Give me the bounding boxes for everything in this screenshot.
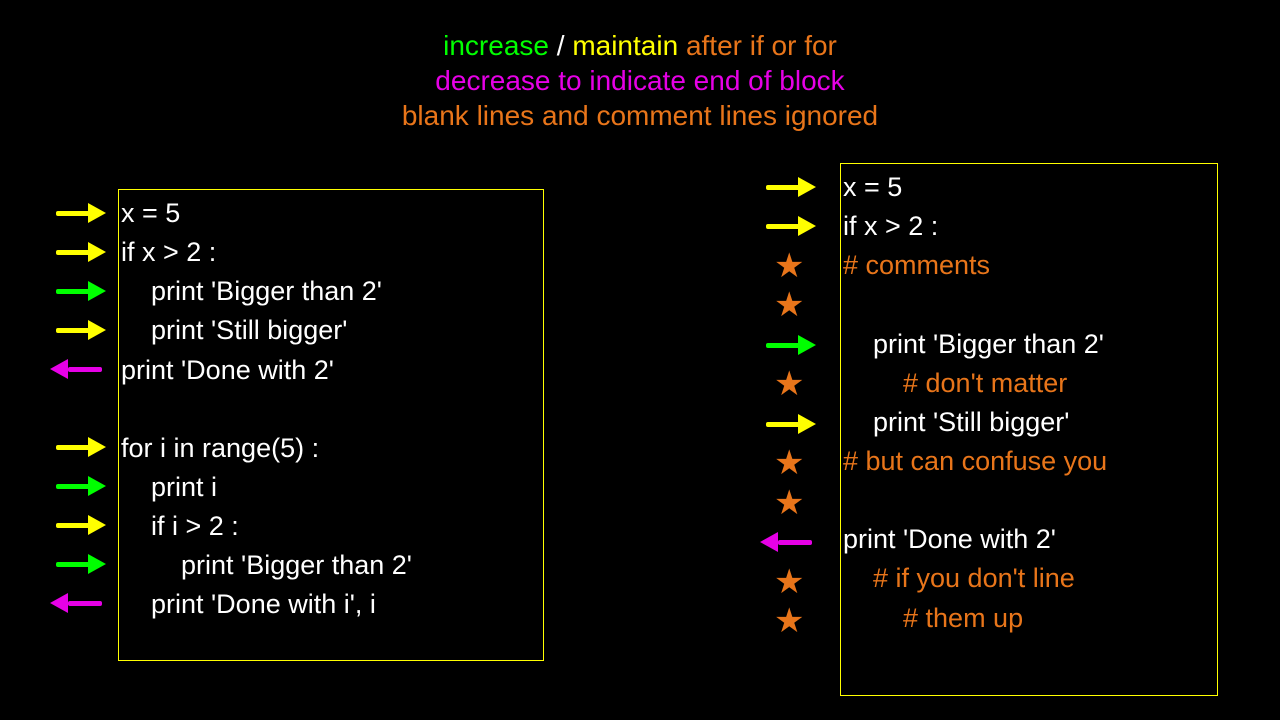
code-line: # comments [843,246,1217,285]
code-line: # if you don't line [843,559,1217,598]
header-line-1: increase / maintain after if or for [0,28,1280,63]
gutter-marker [50,310,116,349]
right-gutter: ★ ★ ★ ★ ★ ★ ★ [760,167,838,641]
word-rest: after if or for [686,30,837,61]
word-increase: increase [443,30,549,61]
gutter-marker [50,232,116,271]
gutter-marker [50,427,116,466]
word-slash: / [557,30,565,61]
gutter-marker: ★ [760,483,838,523]
header: increase / maintain after if or for decr… [0,0,1280,133]
gutter-marker: ★ [760,444,838,484]
gutter-marker [50,193,116,232]
star-icon: ★ [760,374,804,394]
gutter-marker [50,505,116,544]
gutter-marker [50,271,116,310]
star-icon: ★ [760,256,804,276]
gutter-marker [760,207,838,247]
header-line-2: decrease to indicate end of block [0,63,1280,98]
code-line: print 'Still bigger' [843,403,1217,442]
arrow-right-icon [50,515,106,535]
gutter-marker: ★ [760,602,838,642]
arrow-right-icon [50,203,106,223]
gutter-marker: ★ [760,246,838,286]
arrow-right-icon [50,242,106,262]
arrow-right-icon [50,476,106,496]
gutter-marker [50,544,116,583]
arrow-left-icon [50,359,106,379]
code-line [843,285,1217,324]
code-line: if x > 2 : [843,207,1217,246]
arrow-left-icon [50,593,106,613]
gutter-marker: ★ [760,562,838,602]
code-line: # don't matter [843,364,1217,403]
star-icon: ★ [760,572,804,592]
gutter-marker [760,523,838,563]
code-line: # them up [843,599,1217,638]
word-maintain: maintain [572,30,678,61]
left-code-box: x = 5 if x > 2 : print 'Bigger than 2' p… [118,189,544,661]
gutter-marker [50,388,116,427]
code-line: print 'Bigger than 2' [843,325,1217,364]
gutter-marker [50,349,116,388]
arrow-right-icon [760,414,816,434]
left-gutter [50,193,116,622]
header-line-3: blank lines and comment lines ignored [0,98,1280,133]
code-line: # but can confuse you [843,442,1217,481]
gutter-marker [760,404,838,444]
code-line: x = 5 [843,168,1217,207]
arrow-right-icon [760,216,816,236]
arrow-right-icon [50,281,106,301]
gutter-marker [50,583,116,622]
star-icon: ★ [760,611,804,631]
arrow-left-icon [760,532,816,552]
arrow-right-icon [50,554,106,574]
gutter-marker: ★ [760,286,838,326]
arrow-right-icon [760,177,816,197]
code-line: print 'Done with 2' [843,520,1217,559]
gutter-marker [760,167,838,207]
gutter-marker [760,325,838,365]
arrow-right-icon [50,437,106,457]
right-code-box: x = 5if x > 2 :# comments print 'Bigger … [840,163,1218,696]
star-icon: ★ [760,295,804,315]
arrow-right-icon [50,320,106,340]
star-icon: ★ [760,493,804,513]
gutter-marker [50,466,116,505]
gutter-marker: ★ [760,365,838,405]
arrow-right-icon [760,335,816,355]
code-line [843,481,1217,520]
star-icon: ★ [760,453,804,473]
